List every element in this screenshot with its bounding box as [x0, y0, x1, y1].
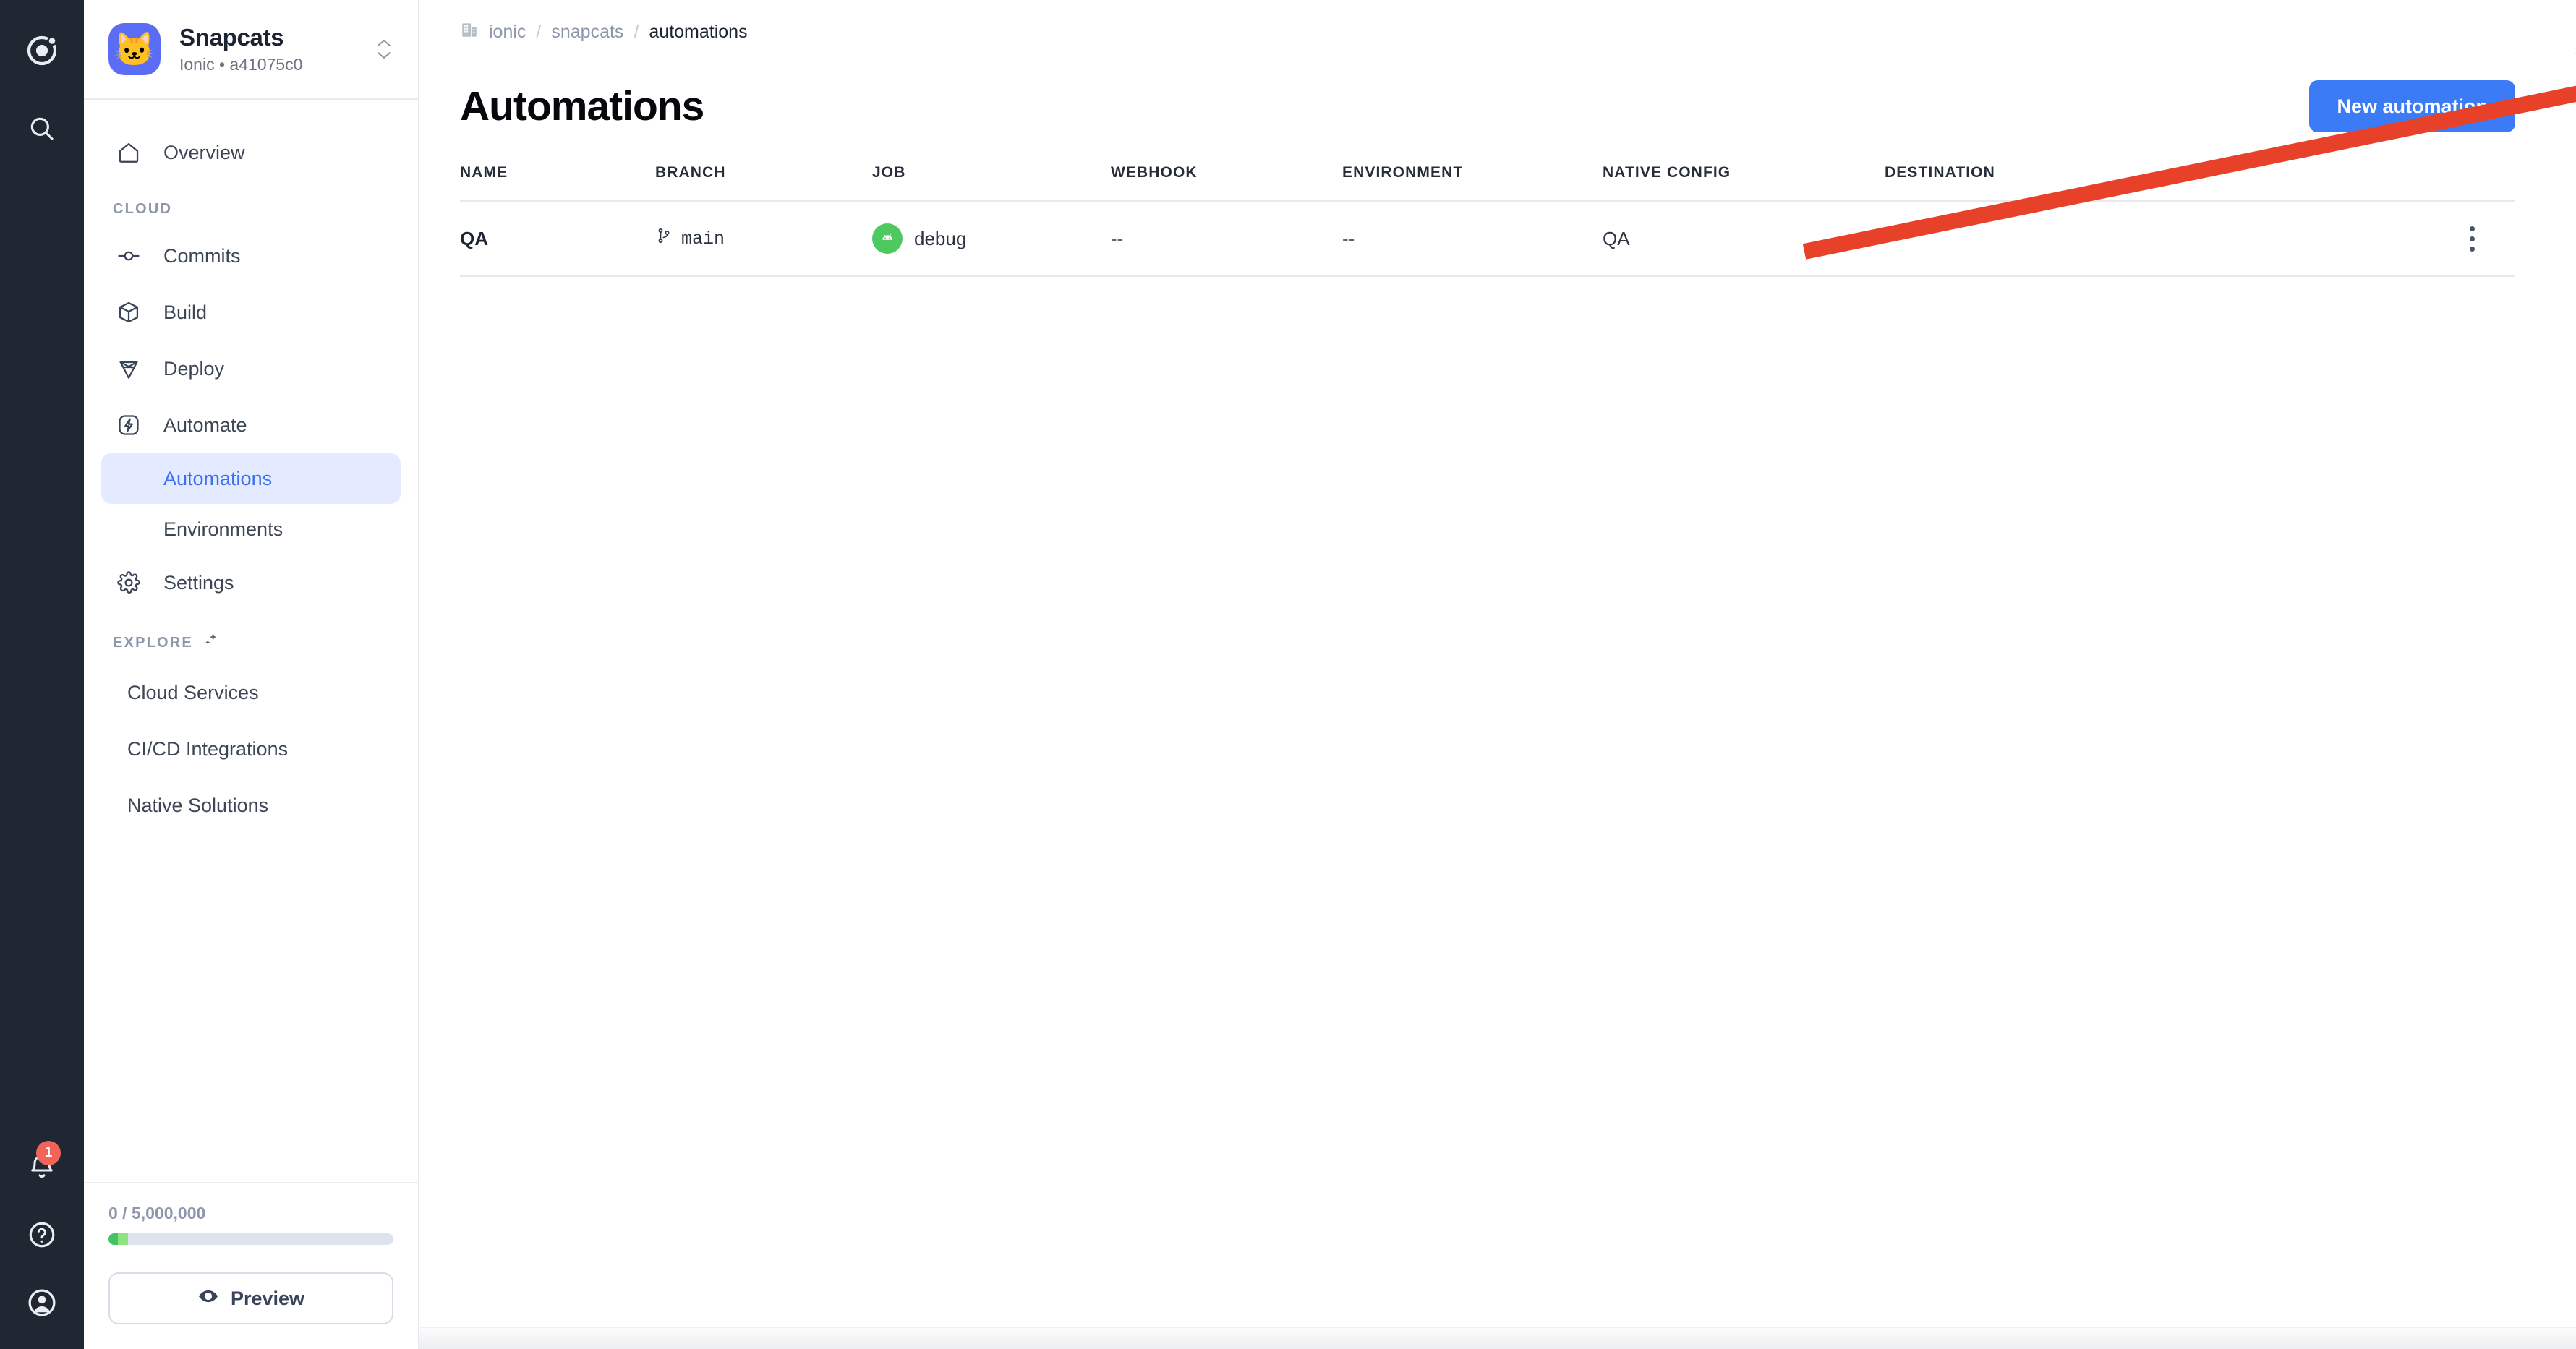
project-name: Snapcats	[179, 24, 284, 51]
user-account-icon[interactable]	[22, 1282, 62, 1323]
project-sidebar: 🐱 Snapcats Ionic • a41075c0 Overview CLO…	[84, 0, 419, 1349]
building-icon	[460, 20, 479, 44]
automations-table: NAME BRANCH JOB WEBHOOK ENVIRONMENT NATI…	[460, 164, 2515, 277]
sidebar-item-label: Commits	[163, 244, 241, 267]
sidebar-item-cloud-services[interactable]: Cloud Services	[101, 664, 401, 721]
sidebar-section-cloud: CLOUD	[84, 181, 418, 228]
horizontal-scrollbar[interactable]	[419, 1327, 2576, 1349]
column-header-name: NAME	[460, 164, 655, 202]
table-row[interactable]: QA main debug -- -- QA --	[460, 201, 2515, 277]
breadcrumb-separator: /	[536, 22, 542, 42]
search-icon[interactable]	[22, 108, 62, 149]
cell-job-label: debug	[914, 227, 967, 249]
gear-icon	[113, 567, 145, 599]
sidebar-item-commits[interactable]: Commits	[101, 228, 401, 284]
breadcrumb-separator: /	[634, 22, 639, 42]
column-header-job: JOB	[872, 164, 1111, 202]
column-header-webhook: WEBHOOK	[1111, 164, 1342, 202]
sidebar-item-label: Cloud Services	[127, 681, 259, 703]
sidebar-item-automate[interactable]: Automate	[101, 397, 401, 453]
sidebar-item-label: Automations	[163, 467, 273, 489]
home-icon	[113, 137, 145, 168]
table-header: NAME BRANCH JOB WEBHOOK ENVIRONMENT NATI…	[460, 164, 2515, 202]
rail-top-group	[22, 0, 62, 149]
project-subtitle: Ionic • a41075c0	[179, 54, 303, 74]
cell-branch: main	[655, 201, 872, 277]
help-circle-icon[interactable]	[22, 1215, 62, 1255]
cell-webhook: --	[1111, 201, 1342, 277]
sparkles-icon	[202, 631, 221, 654]
sidebar-footer: 0 / 5,000,000 Preview	[84, 1182, 418, 1349]
sidebar-item-overview[interactable]: Overview	[101, 124, 401, 181]
deploy-diamond-icon	[113, 353, 145, 385]
breadcrumb-project[interactable]: snapcats	[551, 22, 623, 43]
git-branch-icon	[655, 226, 673, 251]
bell-icon[interactable]: 1	[22, 1141, 62, 1187]
usage-progress-bar	[108, 1233, 393, 1245]
chevron-up-down-icon[interactable]	[376, 38, 392, 60]
table-header-row: NAME BRANCH JOB WEBHOOK ENVIRONMENT NATI…	[460, 164, 2515, 202]
main-content: ionic / snapcats / automations Automatio…	[419, 0, 2576, 1349]
column-header-destination: DESTINATION	[1885, 164, 2428, 202]
column-header-branch: BRANCH	[655, 164, 872, 202]
sidebar-item-label: Automate	[163, 414, 247, 436]
page-header: Automations New automation	[419, 44, 2576, 132]
sidebar-item-label: Build	[163, 301, 208, 323]
android-icon	[872, 223, 903, 254]
project-meta: Snapcats Ionic • a41075c0	[179, 24, 357, 74]
table-body: QA main debug -- -- QA --	[460, 201, 2515, 277]
project-avatar: 🐱	[108, 23, 161, 75]
usage-bar-segment-dark	[108, 1233, 119, 1245]
sidebar-item-label: Deploy	[163, 357, 225, 380]
cell-destination: --	[1885, 201, 2428, 277]
breadcrumb-current: automations	[649, 22, 748, 42]
new-automation-button[interactable]: New automation	[2309, 80, 2515, 132]
eye-icon	[197, 1285, 219, 1312]
sidebar-section-label: CLOUD	[113, 201, 173, 217]
sidebar-section-explore: EXPLORE	[84, 611, 418, 664]
commit-icon	[113, 240, 145, 272]
sidebar-nav: Overview CLOUD Commits Build Deploy Auto…	[84, 100, 418, 1182]
preview-button-label: Preview	[230, 1287, 305, 1309]
column-header-native-config: NATIVE CONFIG	[1603, 164, 1885, 202]
breadcrumb-org[interactable]: ionic	[489, 22, 526, 43]
kebab-menu-icon[interactable]	[2428, 226, 2515, 252]
cube-icon	[113, 296, 145, 328]
cell-native-config: QA	[1603, 201, 1885, 277]
usage-counter: 0 / 5,000,000	[108, 1204, 206, 1222]
cell-name: QA	[460, 201, 655, 277]
sidebar-item-label: Environments	[163, 518, 283, 540]
sidebar-item-label: Settings	[163, 571, 234, 594]
global-rail: 1	[0, 0, 84, 1349]
lightning-bolt-icon	[113, 409, 145, 441]
project-switcher[interactable]: 🐱 Snapcats Ionic • a41075c0	[84, 0, 418, 100]
ionic-logo-icon[interactable]	[22, 30, 62, 71]
sidebar-item-settings[interactable]: Settings	[101, 554, 401, 611]
column-header-actions	[2428, 164, 2515, 202]
sidebar-item-cicd-integrations[interactable]: CI/CD Integrations	[101, 721, 401, 777]
usage-bar-segment-light	[118, 1233, 128, 1245]
cell-environment: --	[1342, 201, 1603, 277]
cell-branch-label: main	[681, 228, 725, 249]
sidebar-item-label: Native Solutions	[127, 794, 269, 816]
rail-bottom-group: 1	[0, 1141, 84, 1323]
sidebar-item-label: CI/CD Integrations	[127, 737, 289, 760]
sidebar-section-label: EXPLORE	[113, 634, 193, 651]
sidebar-item-label: Overview	[163, 141, 245, 163]
breadcrumb: ionic / snapcats / automations	[419, 0, 2576, 44]
app-root: 1 🐱 Snapcats Ionic • a41075c0 Overview C…	[0, 0, 2576, 1349]
sidebar-item-native-solutions[interactable]: Native Solutions	[101, 777, 401, 834]
sidebar-item-build[interactable]: Build	[101, 284, 401, 341]
preview-button[interactable]: Preview	[108, 1272, 393, 1324]
notification-badge: 1	[36, 1141, 61, 1165]
sidebar-item-environments[interactable]: Environments	[101, 504, 401, 554]
automations-table-wrap: NAME BRANCH JOB WEBHOOK ENVIRONMENT NATI…	[419, 132, 2576, 277]
column-header-environment: ENVIRONMENT	[1342, 164, 1603, 202]
cell-job: debug	[872, 201, 1111, 277]
sidebar-item-automations[interactable]: Automations	[101, 453, 401, 504]
sidebar-item-deploy[interactable]: Deploy	[101, 341, 401, 397]
cell-actions	[2428, 201, 2515, 277]
page-title: Automations	[460, 83, 704, 129]
